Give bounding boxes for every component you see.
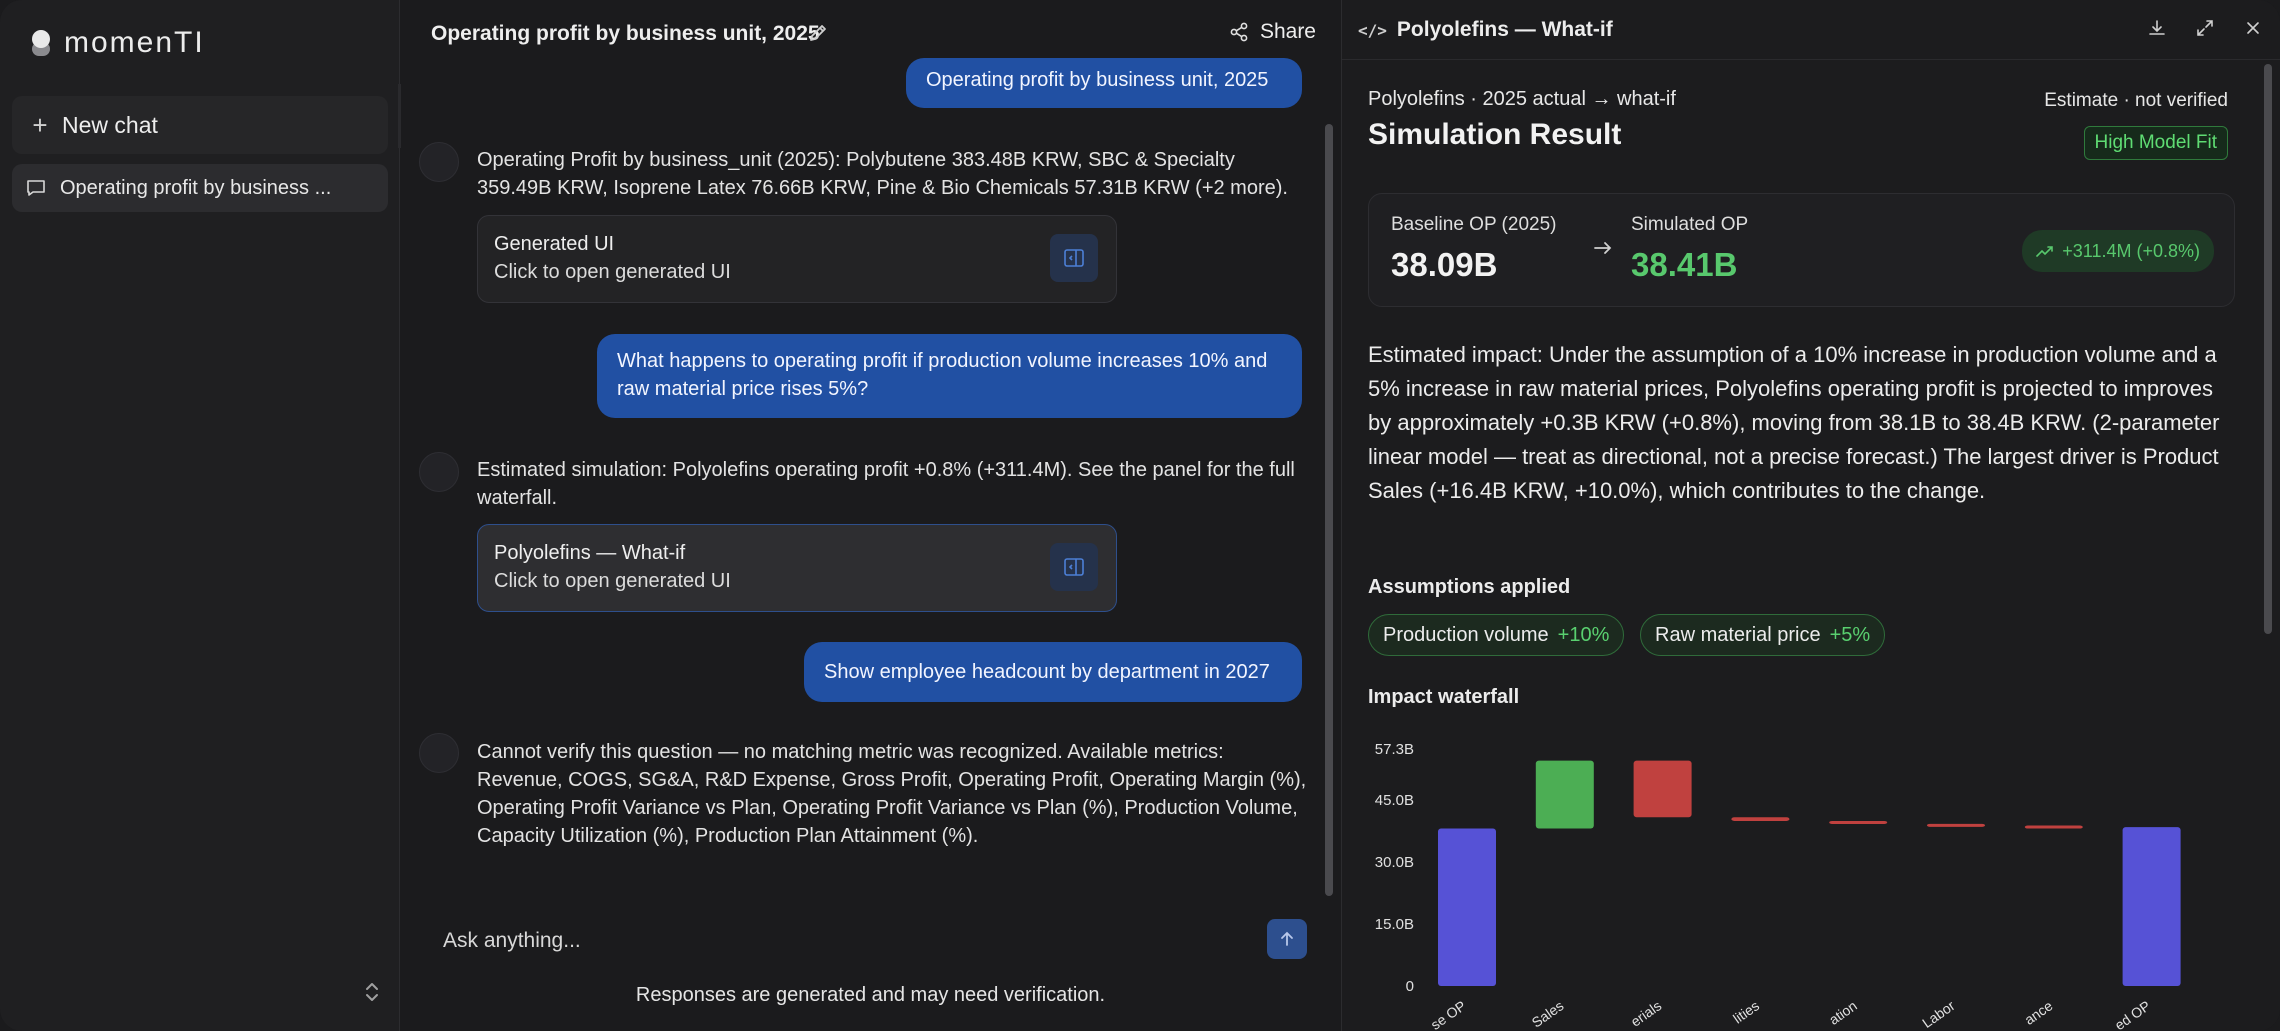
panel-scrollbar[interactable] — [2264, 64, 2272, 634]
chip-label: Production volume — [1383, 623, 1549, 646]
waterfall-bar-6[interactable] — [2024, 825, 2083, 829]
sidebar-chat-item[interactable]: Operating profit by business ... — [12, 164, 388, 212]
open-panel-icon[interactable] — [1050, 543, 1098, 591]
y-tick-label: 57.3B — [1375, 741, 1414, 758]
app-window: momenTI + New chat Operating profit by b… — [0, 0, 2280, 1031]
assistant-avatar — [419, 733, 459, 773]
new-chat-label: New chat — [62, 111, 158, 138]
edit-title-icon[interactable] — [807, 22, 829, 44]
assistant-message: Operating Profit by business_unit (2025)… — [477, 149, 1288, 199]
close-icon[interactable] — [2243, 18, 2263, 38]
arrow-right-icon — [1594, 242, 1612, 254]
user-message-text: Operating profit by business unit, 2025 — [926, 69, 1269, 91]
panel-title-text: Polyolefins — What-if — [1396, 18, 1613, 41]
brand-name: momenTI — [64, 26, 205, 59]
simulation-title: Simulation Result — [1368, 118, 1622, 151]
user-message: Operating profit by business unit, 2025 — [906, 58, 1302, 108]
impact-waterfall-chart: 57.3B 45.0B 30.0B 15.0B 0 se OP Sales erials lit… — [1375, 741, 2181, 1031]
card-title: Generated UI — [494, 233, 615, 255]
card-title: Polyolefins — What-if — [494, 542, 686, 564]
impact-description: Estimated impact: Under the assumption o… — [1368, 342, 2220, 503]
assistant-message: Estimated simulation: Polyolefins operat… — [477, 459, 1295, 509]
trend-up-icon — [2036, 246, 2054, 257]
message-input[interactable] — [431, 913, 1251, 969]
download-icon[interactable] — [2147, 18, 2167, 38]
disclaimer-text: Responses are generated and may need ver… — [635, 984, 1106, 1006]
waterfall-title: Impact waterfall — [1368, 686, 1520, 708]
arrow-up-icon — [1281, 931, 1293, 946]
op-metrics-card: Baseline OP (2025) 38.09B Simulated OP 3… — [1368, 193, 2235, 307]
share-icon — [1230, 22, 1248, 42]
panel-actions — [2147, 18, 2263, 38]
chip-value: +10% — [1557, 623, 1610, 646]
delta-badge: +311.4M (+0.8%) — [2022, 230, 2214, 272]
y-tick-label: 45.0B — [1375, 792, 1414, 809]
logo-icon — [30, 28, 52, 58]
x-tick-label: erials — [1628, 997, 1665, 1029]
x-tick-label: Sales — [1529, 997, 1567, 1030]
assistant-avatar — [419, 142, 459, 182]
baseline-label: Baseline OP (2025) — [1391, 214, 1557, 235]
chat-bubble-icon — [27, 180, 45, 196]
x-tick-label: ation — [1826, 997, 1860, 1028]
simulated-value: 38.41B — [1631, 246, 1738, 283]
expand-panel-icon[interactable] — [2195, 18, 2215, 38]
code-icon: </> — [1358, 20, 1387, 40]
x-tick-label: Labor — [1919, 997, 1958, 1031]
generated-ui-panel: </> Polyolefins — What-if Polyolefins · … — [1341, 0, 2280, 1031]
sidebar-chat-item-label: Operating profit by business ... — [60, 176, 332, 199]
x-tick-label: ed OP — [2112, 997, 2154, 1031]
brand-logo[interactable]: momenTI — [30, 26, 205, 60]
share-label: Share — [1259, 20, 1316, 43]
waterfall-bar-2[interactable] — [1633, 760, 1692, 818]
chip-label: Raw material price — [1655, 623, 1821, 646]
assumption-chip-raw-material: Raw material price +5% — [1640, 614, 1886, 656]
generated-ui-card-whatif[interactable]: Polyolefins — What-if Click to open gene… — [477, 524, 1117, 612]
waterfall-bar-5[interactable] — [1927, 823, 1985, 827]
estimate-label: Estimate · not verified — [2044, 90, 2228, 111]
card-subtitle: Click to open generated UI — [494, 570, 731, 592]
user-message: Show employee headcount by department in… — [804, 642, 1302, 702]
waterfall-bar-3[interactable] — [1731, 817, 1790, 821]
panel-header: </> Polyolefins — What-if — [1342, 0, 2280, 60]
x-tick-label: lities — [1730, 997, 1762, 1026]
generated-ui-card[interactable]: Generated UI Click to open generated UI — [477, 215, 1117, 303]
y-tick-label: 0 — [1406, 978, 1414, 995]
share-button[interactable]: Share — [1228, 20, 1316, 44]
simulation-kicker: Polyolefins · 2025 actual → what-if — [1368, 88, 1676, 110]
waterfall-bar-0[interactable] — [1438, 828, 1496, 986]
send-button[interactable] — [1267, 919, 1307, 959]
chat-scrollbar[interactable] — [1325, 124, 1333, 896]
chat-title: Operating profit by business unit, 2025 — [431, 22, 820, 45]
y-tick-label: 30.0B — [1375, 854, 1414, 871]
composer — [431, 913, 1313, 969]
sidebar: momenTI + New chat Operating profit by b… — [0, 0, 400, 1031]
delta-text: +311.4M (+0.8%) — [2062, 240, 2200, 261]
open-panel-icon[interactable] — [1050, 234, 1098, 282]
card-subtitle: Click to open generated UI — [494, 261, 731, 283]
waterfall-bar-7[interactable] — [2122, 827, 2181, 986]
x-tick-label: ance — [2021, 997, 2055, 1028]
baseline-value: 38.09B — [1391, 246, 1498, 283]
assistant-message: Cannot verify this question — no matchin… — [477, 741, 1307, 847]
assumption-chip-production: Production volume +10% — [1368, 614, 1625, 656]
plus-icon: + — [32, 109, 48, 140]
user-message-text: Show employee headcount by department in… — [824, 661, 1270, 683]
user-message: What happens to operating profit if prod… — [597, 334, 1302, 418]
x-tick-label: se OP — [1428, 997, 1469, 1031]
waterfall-bar-1[interactable] — [1535, 760, 1594, 829]
assumptions-title: Assumptions applied — [1368, 576, 1571, 598]
new-chat-button[interactable]: + New chat — [12, 96, 388, 154]
waterfall-bar-4[interactable] — [1829, 820, 1888, 824]
assistant-avatar — [419, 452, 459, 492]
simulated-label: Simulated OP — [1631, 214, 1749, 235]
y-tick-label: 15.0B — [1375, 916, 1414, 933]
chat-area: Operating profit by business unit, 2025 … — [401, 0, 1340, 1031]
user-message-text: What happens to operating profit if prod… — [617, 350, 1268, 400]
expand-icon[interactable] — [360, 980, 384, 1004]
chip-value: +5% — [1829, 623, 1871, 646]
panel-title: </> Polyolefins — What-if — [1358, 18, 1613, 42]
model-fit-badge: High Model Fit — [2083, 126, 2228, 160]
